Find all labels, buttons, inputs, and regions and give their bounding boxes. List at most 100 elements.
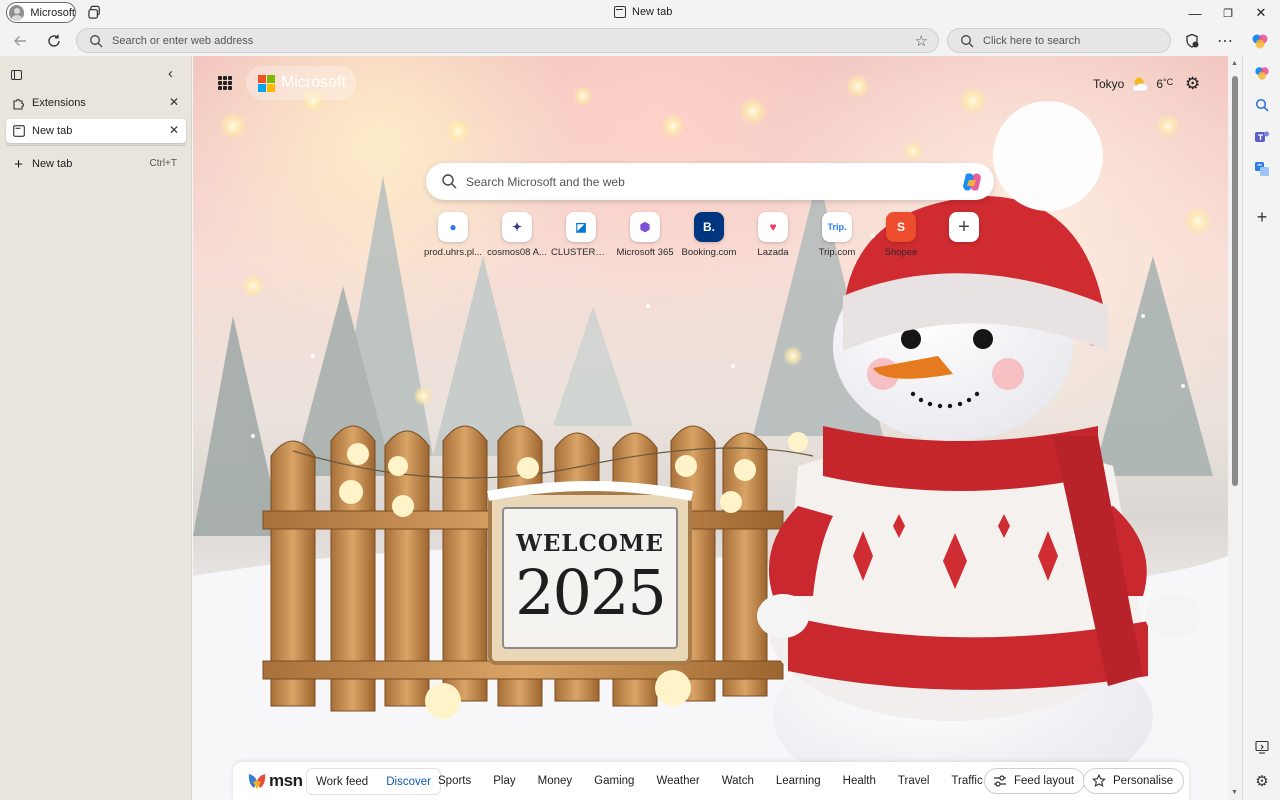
weather-unit: °C bbox=[1163, 77, 1174, 87]
quick-link[interactable]: ⬢ Microsoft 365 bbox=[615, 212, 675, 258]
quick-link[interactable]: ♥ Lazada bbox=[743, 212, 803, 258]
close-tab-icon[interactable]: ✕ bbox=[169, 95, 179, 109]
page-settings-gear-icon[interactable]: ⚙ bbox=[1185, 74, 1200, 94]
personalise-button[interactable]: Personalise bbox=[1083, 768, 1185, 794]
tab-actions-icon[interactable] bbox=[11, 70, 22, 80]
microsoft-brand-label: Microsoft bbox=[281, 74, 346, 91]
sparkle-star-icon bbox=[1092, 774, 1106, 787]
category-traffic[interactable]: Traffic bbox=[951, 775, 982, 787]
search-icon bbox=[442, 174, 457, 189]
quick-link-label: Lazada bbox=[757, 247, 789, 258]
hide-sidebar-icon[interactable] bbox=[1253, 738, 1271, 756]
booking-icon: B. bbox=[694, 212, 724, 242]
quick-link-label: CLUSTERED ... bbox=[551, 247, 611, 258]
category-sports[interactable]: Sports bbox=[438, 775, 471, 787]
favorite-star-icon[interactable]: ☆ bbox=[915, 32, 928, 50]
sliders-icon bbox=[994, 775, 1006, 787]
window-title-text: New tab bbox=[632, 6, 673, 18]
teams-icon[interactable] bbox=[1253, 128, 1271, 146]
app-launcher-icon[interactable] bbox=[218, 76, 232, 90]
more-options-icon[interactable]: ⋯ bbox=[1215, 31, 1235, 51]
navigation-toolbar: Search or enter web address ☆ Click here… bbox=[0, 26, 1280, 56]
address-bar[interactable]: Search or enter web address ☆ bbox=[76, 28, 939, 53]
vertical-tabs-header: ‹ bbox=[0, 56, 192, 92]
new-tab-button[interactable]: + New tab Ctrl+T bbox=[6, 152, 186, 176]
feed-tab-group: Work feed Discover bbox=[306, 768, 441, 795]
tab-work-feed[interactable]: Work feed bbox=[307, 776, 377, 788]
divider bbox=[6, 145, 186, 146]
copilot-icon[interactable] bbox=[1250, 31, 1270, 51]
category-money[interactable]: Money bbox=[538, 775, 573, 787]
back-arrow-icon[interactable] bbox=[10, 31, 30, 51]
plus-icon: + bbox=[949, 212, 979, 242]
tab-discover[interactable]: Discover bbox=[377, 776, 440, 788]
quick-link-label: prod.uhrs.pl... bbox=[423, 247, 483, 258]
close-tab-icon[interactable]: ✕ bbox=[169, 123, 179, 137]
restore-button[interactable]: ❐ bbox=[1211, 0, 1245, 26]
scroll-down-arrow-icon[interactable]: ▼ bbox=[1231, 789, 1238, 796]
scroll-up-arrow-icon[interactable]: ▲ bbox=[1231, 60, 1238, 67]
welcome-sign-line2: 2025 bbox=[515, 556, 667, 629]
quick-link[interactable]: B. Booking.com bbox=[679, 212, 739, 258]
uhrs-icon: ● bbox=[438, 212, 468, 242]
scrollbar-thumb[interactable] bbox=[1232, 76, 1238, 486]
search-icon[interactable] bbox=[1253, 96, 1271, 114]
microsoft-logo-icon bbox=[258, 74, 275, 92]
quick-link[interactable]: ● prod.uhrs.pl... bbox=[423, 212, 483, 258]
feed-categories: Sports Play Money Gaming Weather Watch Learnin… bbox=[438, 775, 1005, 787]
copilot-icon[interactable] bbox=[960, 170, 984, 194]
collapse-pane-icon[interactable]: ‹ bbox=[168, 65, 173, 82]
window-title: New tab bbox=[614, 6, 672, 18]
category-learning[interactable]: Learning bbox=[776, 775, 821, 787]
minimize-button[interactable]: — bbox=[1178, 0, 1212, 26]
category-play[interactable]: Play bbox=[493, 775, 515, 787]
search-icon bbox=[961, 35, 974, 48]
refresh-icon[interactable] bbox=[44, 31, 64, 51]
quick-link[interactable]: ✦ cosmos08 A... bbox=[487, 212, 547, 258]
category-gaming[interactable]: Gaming bbox=[594, 775, 634, 787]
category-watch[interactable]: Watch bbox=[722, 775, 754, 787]
plus-icon: + bbox=[14, 155, 23, 173]
add-shortcut-button[interactable]: + bbox=[934, 212, 994, 242]
sidebar-item-label: Extensions bbox=[32, 97, 86, 109]
azure-devops-icon: ◪ bbox=[566, 212, 596, 242]
new-tab-shortcut: Ctrl+T bbox=[149, 158, 178, 169]
feed-layout-button[interactable]: Feed layout bbox=[984, 768, 1086, 794]
quick-link[interactable]: S Shopee bbox=[871, 212, 931, 258]
category-travel[interactable]: Travel bbox=[898, 775, 930, 787]
web-search-placeholder: Search Microsoft and the web bbox=[466, 175, 625, 189]
quick-link[interactable]: Trip. Trip.com bbox=[807, 212, 867, 258]
puzzle-icon bbox=[12, 97, 25, 110]
add-sidebar-app-icon[interactable]: + bbox=[1253, 207, 1271, 227]
sidebar-item-extensions[interactable]: Extensions ✕ bbox=[6, 91, 186, 115]
close-window-button[interactable]: ✕ bbox=[1244, 0, 1278, 26]
page-scrollbar[interactable]: ▲ ▼ bbox=[1228, 56, 1242, 800]
weather-city: Tokyo bbox=[1093, 77, 1125, 91]
translator-icon[interactable] bbox=[1253, 160, 1271, 178]
quick-link[interactable]: ◪ CLUSTERED ... bbox=[551, 212, 611, 258]
web-search-box[interactable]: Search Microsoft and the web bbox=[426, 163, 994, 200]
toolbar-search-box[interactable]: Click here to search bbox=[947, 28, 1171, 53]
vertical-tabs-panel: ‹ Extensions ✕ New tab ✕ + New tab Ctrl+… bbox=[0, 56, 192, 800]
search-icon bbox=[90, 35, 103, 48]
feed-layout-label: Feed layout bbox=[1014, 775, 1075, 787]
workspaces-icon[interactable] bbox=[88, 5, 103, 20]
sidebar-settings-gear-icon[interactable]: ⚙ bbox=[1253, 772, 1271, 790]
copilot-icon[interactable] bbox=[1253, 64, 1271, 82]
profile-button[interactable]: Microsoft bbox=[6, 2, 76, 23]
msn-brand-label: msn bbox=[269, 771, 303, 790]
cosmos-icon: ✦ bbox=[502, 212, 532, 242]
page-icon bbox=[614, 6, 626, 18]
browser-essentials-icon[interactable] bbox=[1182, 31, 1202, 51]
sidebar-item-new-tab[interactable]: New tab ✕ bbox=[6, 119, 186, 143]
microsoft-brand-button[interactable]: Microsoft bbox=[246, 66, 356, 100]
page-icon bbox=[12, 125, 25, 138]
msn-logo[interactable]: msn bbox=[247, 771, 303, 791]
weather-widget[interactable]: Tokyo 6°C bbox=[1093, 76, 1173, 92]
partly-cloudy-icon bbox=[1132, 77, 1149, 92]
category-weather[interactable]: Weather bbox=[656, 775, 699, 787]
quick-link-label: Microsoft 365 bbox=[616, 247, 674, 258]
category-health[interactable]: Health bbox=[843, 775, 876, 787]
m365-icon: ⬢ bbox=[630, 212, 660, 242]
lazada-icon: ♥ bbox=[758, 212, 788, 242]
